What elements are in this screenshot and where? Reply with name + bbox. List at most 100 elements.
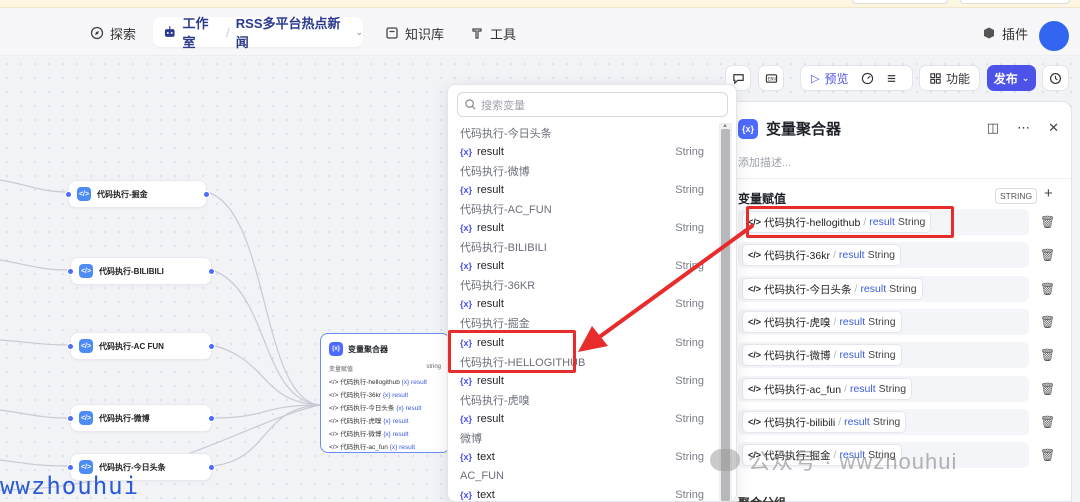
- trash-icon[interactable]: 🗑: [1040, 282, 1055, 296]
- nav-plugin[interactable]: 插件: [982, 20, 1028, 46]
- code-icon: </>: [748, 250, 762, 260]
- add-icon[interactable]: +: [1044, 185, 1053, 202]
- variable-chip[interactable]: </> 代码执行-ac_fun / result String: [742, 378, 913, 400]
- variable-picker: 搜索变量 代码执行-今日头条 {x} result String 代码执行-微博 {x} r…: [447, 84, 737, 502]
- node-output-port[interactable]: [208, 343, 215, 350]
- picker-variable-item[interactable]: {x} result String: [448, 257, 718, 276]
- top-banner: [0, 0, 1080, 8]
- chevron-down-icon[interactable]: ⌄: [355, 27, 363, 38]
- picker-variable-item[interactable]: {x} result String: [448, 142, 718, 161]
- node-output-port[interactable]: [208, 268, 215, 275]
- variable-separator: /: [833, 349, 837, 361]
- variable-row[interactable]: </> 代码执行-今日头条 / result String: [738, 276, 1029, 302]
- trash-icon[interactable]: 🗑: [1040, 215, 1055, 229]
- node-juejin[interactable]: </> 代码执行-掘金: [65, 180, 210, 208]
- node-output-port[interactable]: [208, 464, 215, 471]
- aggregator-node-row: </> 代码执行-ac_fun {x} result: [329, 444, 416, 451]
- code-icon: </>: [79, 411, 93, 425]
- variable-chip[interactable]: </> 代码执行-36kr / result String: [742, 244, 901, 266]
- picker-variable-item[interactable]: {x} result String: [448, 371, 718, 390]
- row-source: 代码执行-虎嗅: [340, 418, 382, 425]
- node-weibo[interactable]: </> 代码执行-微博: [67, 404, 215, 432]
- trash-icon[interactable]: 🗑: [1040, 315, 1055, 329]
- nav-explore[interactable]: 探索: [90, 20, 136, 46]
- code-icon: </>: [79, 339, 93, 353]
- variable-chip[interactable]: </> 代码执行-bilibili / result String: [742, 411, 907, 433]
- node-input-port[interactable]: [67, 415, 74, 422]
- picker-variable-type: String: [675, 489, 704, 502]
- picker-variable-name: {x} result: [460, 260, 504, 272]
- nav-knowledge[interactable]: 知识库: [385, 20, 444, 46]
- close-icon[interactable]: ✕: [1048, 120, 1059, 136]
- row-source: 代码执行-今日头条: [340, 405, 395, 412]
- trash-icon[interactable]: 🗑: [1040, 448, 1055, 462]
- preview-group: ▷ 预览: [800, 65, 913, 91]
- picker-group-label: 代码执行-微博: [460, 165, 530, 178]
- trash-icon[interactable]: 🗑: [1040, 382, 1055, 396]
- node-input-port[interactable]: [67, 343, 74, 350]
- picker-variable-item[interactable]: {x} text String: [448, 448, 718, 467]
- picker-variable-label: text: [477, 489, 495, 502]
- nav-tools[interactable]: 工具: [470, 20, 516, 46]
- aggregator-node-row: </> 代码执行-36kr {x} result: [329, 392, 409, 399]
- group-section-title: 聚合分组: [738, 494, 786, 502]
- highlight-box: [746, 206, 954, 238]
- trash-icon[interactable]: 🗑: [1040, 248, 1055, 262]
- variable-source: 代码执行-bilibili: [764, 416, 836, 429]
- gauge-icon[interactable]: [861, 72, 874, 85]
- code-icon: </>: [748, 384, 762, 394]
- picker-variable-item[interactable]: {x} text String: [448, 486, 718, 502]
- variable-chip[interactable]: </> 代码执行-今日头条 / result String: [742, 278, 923, 300]
- more-icon[interactable]: ⋯: [1017, 120, 1030, 136]
- list-icon[interactable]: [885, 72, 898, 85]
- description-input[interactable]: 添加描述...: [738, 154, 791, 170]
- picker-variable-name: {x} result: [460, 298, 504, 310]
- node-output-port[interactable]: [203, 191, 210, 198]
- picker-variable-item[interactable]: {x} result String: [448, 409, 718, 428]
- variable-type: String: [867, 249, 895, 261]
- node-input-port[interactable]: [65, 191, 72, 198]
- variable-chip[interactable]: </> 代码执行-微博 / result String: [742, 344, 902, 366]
- picker-group-label: 代码执行-今日头条: [460, 127, 552, 140]
- picker-variable-item[interactable]: {x} result String: [448, 218, 718, 237]
- book-open-icon[interactable]: ◫: [987, 120, 999, 136]
- play-icon[interactable]: ▷: [811, 72, 819, 85]
- features-button[interactable]: 功能: [919, 65, 980, 91]
- avatar[interactable]: [1039, 21, 1069, 51]
- node-bilibili[interactable]: </> 代码执行-BILIBILI: [67, 257, 215, 285]
- publish-button[interactable]: 发布 ⌄: [987, 65, 1036, 91]
- variable-row[interactable]: </> 代码执行-虎嗅 / result String: [738, 309, 1029, 335]
- node-acfun[interactable]: </> 代码执行-AC FUN: [67, 332, 215, 360]
- variable-icon: {x}: [460, 375, 473, 386]
- nav-studio[interactable]: 工作室 / RSS多平台热点新闻 ⌄: [153, 16, 363, 50]
- trash-icon[interactable]: 🗑: [1040, 415, 1055, 429]
- picker-variable-name: {x} result: [460, 146, 504, 158]
- variable-row[interactable]: </> 代码执行-36kr / result String: [738, 242, 1029, 268]
- node-output-port[interactable]: [208, 415, 215, 422]
- variable-chip[interactable]: </> 代码执行-虎嗅 / result String: [742, 311, 902, 333]
- trash-icon[interactable]: 🗑: [1040, 348, 1055, 362]
- picker-variable-item[interactable]: {x} result String: [448, 180, 718, 199]
- picker-variable-name: {x} text: [460, 489, 495, 501]
- node-label: 代码执行-AC FUN: [99, 341, 164, 351]
- node-input-port[interactable]: [67, 268, 74, 275]
- picker-variable-name: {x} result: [460, 413, 504, 425]
- picker-group-label: AC_FUN: [460, 470, 505, 483]
- picker-variable-type: String: [675, 374, 704, 387]
- env-button[interactable]: ENV: [758, 65, 784, 91]
- variable-row[interactable]: </> 代码执行-ac_fun / result String: [738, 376, 1029, 402]
- variable-icon: {x}: [460, 299, 473, 310]
- search-icon: [465, 99, 476, 110]
- nav-plugin-label: 插件: [1002, 26, 1029, 42]
- variable-name: result: [849, 383, 876, 395]
- variable-source: 代码执行-微博: [764, 349, 831, 362]
- variable-row[interactable]: </> 代码执行-bilibili / result String: [738, 409, 1029, 435]
- aggregator-node[interactable]: {x} 变量聚合器 变量赋值 string </> 代码执行-hellogith…: [320, 333, 450, 453]
- picker-variable-item[interactable]: {x} result String: [448, 295, 718, 314]
- compass-icon: [90, 26, 104, 40]
- history-button[interactable]: [1042, 65, 1069, 91]
- search-input[interactable]: 搜索变量: [457, 92, 728, 117]
- variable-row[interactable]: </> 代码执行-微博 / result String: [738, 342, 1029, 368]
- preview-button[interactable]: 预览: [824, 70, 848, 87]
- node-input-port[interactable]: [67, 464, 74, 471]
